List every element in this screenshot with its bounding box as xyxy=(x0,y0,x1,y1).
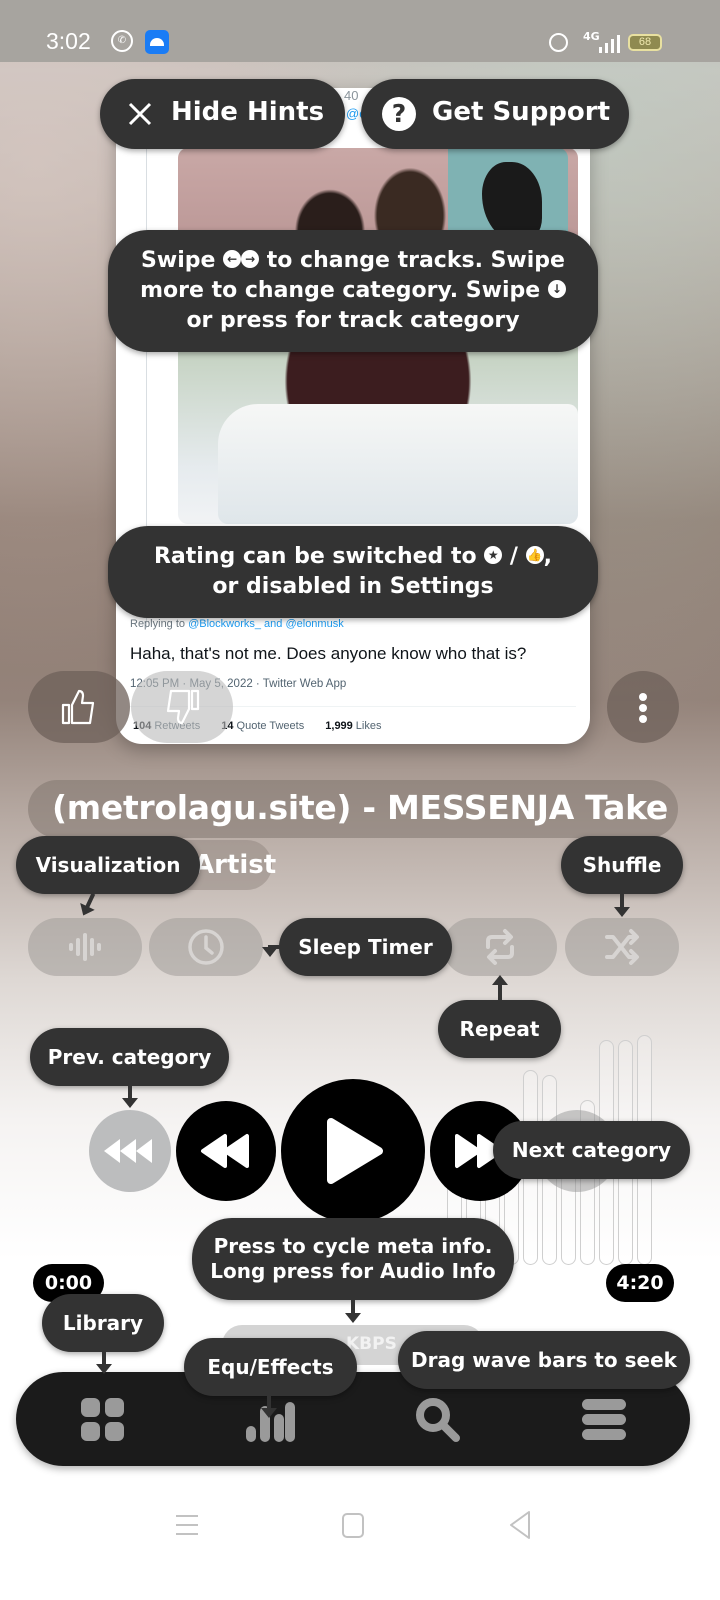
shuffle-button[interactable] xyxy=(565,918,679,976)
search-icon xyxy=(416,1398,460,1442)
help-icon: ? xyxy=(382,97,416,131)
arrow-right-icon: → xyxy=(241,250,260,268)
hint-prev-category: Prev. category xyxy=(30,1028,229,1086)
thumb-icon: 👍 xyxy=(525,546,544,564)
prev-category-button[interactable] xyxy=(89,1110,171,1192)
hint-sleep-timer: Sleep Timer xyxy=(279,918,452,976)
album-art[interactable]: 40 @e Replying to @Blockworks_ and @elon… xyxy=(116,88,590,744)
dislike-button[interactable] xyxy=(131,671,233,743)
hint-rating: Rating can be switched to ★ / 👍, or disa… xyxy=(108,526,598,618)
more-options-button[interactable] xyxy=(607,671,679,743)
hint-arrow xyxy=(122,1085,138,1108)
rewind-icon xyxy=(201,1134,249,1168)
play-icon xyxy=(327,1118,383,1184)
menu-icon xyxy=(582,1399,626,1440)
hint-repeat: Repeat xyxy=(438,1000,561,1058)
hint-arrow xyxy=(262,945,280,957)
hint-meta-info: Press to cycle meta info. Long press for … xyxy=(192,1218,514,1300)
total-duration: 4:20 xyxy=(606,1264,674,1302)
play-button[interactable] xyxy=(281,1079,425,1223)
repeat-icon xyxy=(486,929,514,965)
visualization-icon xyxy=(69,933,101,961)
android-icon xyxy=(145,30,169,54)
thumbs-down-icon xyxy=(166,689,200,725)
clock-icon xyxy=(188,929,224,965)
hint-swipe: Swipe ← → to change tracks. Swipe more to… xyxy=(108,230,598,352)
get-support-button[interactable]: ? Get Support xyxy=(361,79,629,149)
thumbs-up-icon xyxy=(61,689,95,725)
tweet-text: Haha, that's not me. Does anyone know wh… xyxy=(130,644,527,663)
search-tab[interactable] xyxy=(414,1396,462,1444)
sleep-timer-button[interactable] xyxy=(149,918,263,976)
hint-equ-effects: Equ/Effects xyxy=(184,1338,357,1396)
queue-tab[interactable] xyxy=(581,1396,629,1444)
hint-next-category: Next category xyxy=(493,1121,690,1179)
grid-icon xyxy=(81,1398,124,1441)
like-button[interactable] xyxy=(28,671,130,743)
hint-arrow xyxy=(345,1300,361,1323)
equalizer-icon xyxy=(246,1402,295,1442)
hint-drag-wave: Drag wave bars to seek xyxy=(398,1331,690,1389)
arrow-down-icon: ↓ xyxy=(547,280,566,298)
library-tab[interactable] xyxy=(79,1396,127,1444)
visualization-button[interactable] xyxy=(28,918,142,976)
star-icon: ★ xyxy=(484,546,503,564)
recents-icon[interactable] xyxy=(174,1508,200,1542)
repeat-button[interactable] xyxy=(443,918,557,976)
battery-icon: 68 xyxy=(628,34,662,51)
hint-shuffle: Shuffle xyxy=(561,836,683,894)
hint-arrow xyxy=(492,975,508,1001)
triple-rewind-icon xyxy=(104,1139,152,1163)
track-title[interactable]: (metrolagu.site) - MESSENJA Take xyxy=(28,780,678,838)
hint-arrow xyxy=(614,893,630,917)
whatsapp-icon: ✆ xyxy=(111,30,133,52)
hint-arrow xyxy=(96,1352,112,1374)
hint-arrow xyxy=(261,1396,277,1418)
shuffle-icon xyxy=(605,929,639,965)
replying-to: Replying to @Blockworks_ and @elonmusk xyxy=(130,618,344,630)
status-time: 3:02 xyxy=(46,28,91,54)
hint-library: Library xyxy=(42,1294,164,1352)
photo-detail xyxy=(218,404,578,524)
network-type: 4G xyxy=(583,30,600,43)
hide-hints-button[interactable]: Hide Hints xyxy=(100,79,345,149)
home-icon[interactable] xyxy=(341,1508,365,1542)
previous-track-button[interactable] xyxy=(176,1101,276,1201)
tweet-handle: 40 xyxy=(344,88,359,103)
alarm-icon xyxy=(549,33,568,52)
status-bar: 3:02 ✆ 4G 68 xyxy=(0,0,720,62)
arrow-left-icon: ← xyxy=(223,250,242,268)
close-icon xyxy=(128,102,152,126)
hint-visualization: Visualization xyxy=(16,836,200,894)
back-icon[interactable] xyxy=(507,1508,533,1542)
